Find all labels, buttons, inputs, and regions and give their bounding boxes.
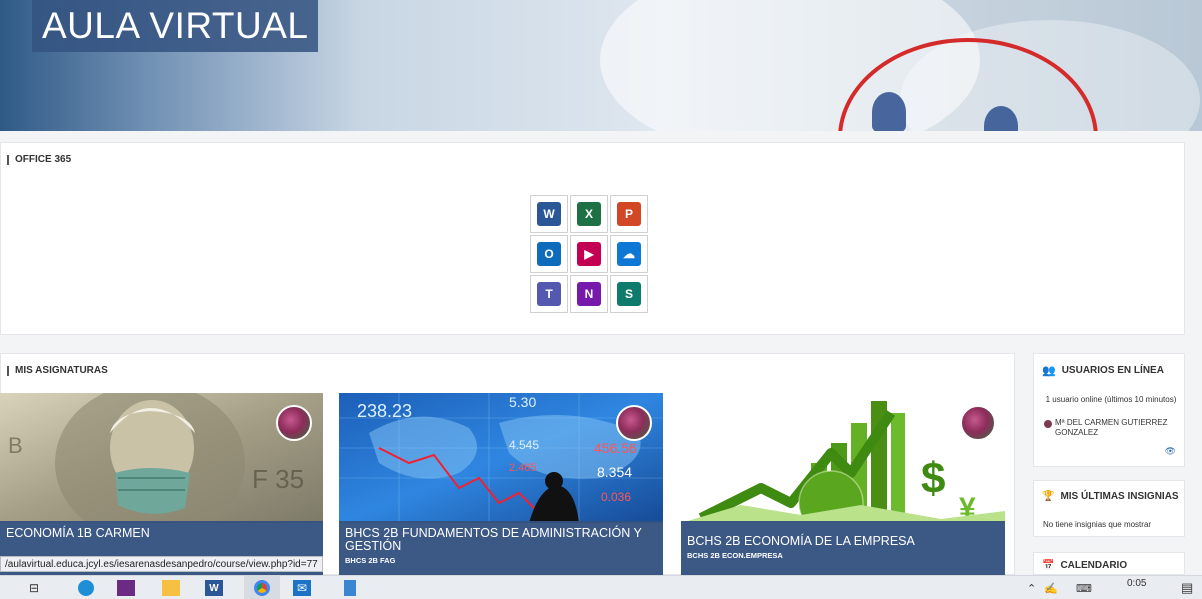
user-avatar [1044,420,1052,428]
course-shortname: BHCS 2B FAG [345,556,396,565]
svg-text:F 35: F 35 [252,464,304,494]
svg-text:B: B [8,433,23,458]
chrome-taskbar-slot[interactable] [244,576,280,599]
badges-title-text: MIS ÚLTIMAS INSIGNIAS [1060,491,1179,502]
online-users-title-text: USUARIOS EN LÍNEA [1061,365,1164,376]
course-image-stock-map: 238.23 5.30 4.545 456.56 8.354 2.465 0.0… [339,393,663,523]
stock-number: 2.465 [509,462,537,474]
course-title[interactable]: BCHS 2B ECONOMÍA DE LA EMPRESA [687,535,999,548]
link-status-url: /aulavirtual.educa.jcyl.es/iesarenasdesa… [0,556,323,572]
stock-number: 5.30 [509,394,536,410]
eye-icon[interactable]: 👁 [1165,446,1176,457]
sway-icon: S [617,282,641,306]
onedrive-icon: ☁ [617,242,641,266]
notification-icon[interactable]: ▤ [1181,580,1193,596]
badges-title: 🏆 MIS ÚLTIMAS INSIGNIAS [1042,491,1179,502]
teacher-avatar[interactable] [960,405,996,441]
office365-block: OFFICE 365 W X P O ▶ ☁ T N S [0,142,1185,335]
teacher-avatar[interactable] [616,405,652,441]
office-app-onedrive[interactable]: ☁ [610,235,648,273]
courses-title-text: MIS ASIGNATURAS [15,365,108,376]
office-app-stream[interactable]: ▶ [570,235,608,273]
office-app-word[interactable]: W [530,195,568,233]
task-view-icon[interactable]: ⊟ [25,580,43,596]
os-taskbar: ⊟ W ✉ ⌃ ✍ ⌨ 0:05 ▤ [0,575,1202,599]
course-image-green-growth: $ ¥ [681,393,1005,536]
svg-text:$: $ [921,454,945,503]
online-users-summary: 1 usuario online (últimos 10 minutos) [1045,395,1177,404]
chevron-up-icon[interactable]: ⌃ [1027,582,1036,595]
badges-block: 🏆 MIS ÚLTIMAS INSIGNIAS No tiene insigni… [1033,480,1185,537]
office-app-excel[interactable]: X [570,195,608,233]
online-user-name[interactable]: Mª DEL CARMEN GUTIERREZ GONZALEZ [1055,418,1178,438]
banner-bell-icon [872,92,906,131]
header-banner: AULA VIRTUAL [0,0,1202,131]
stock-number: 0.036 [601,490,631,504]
winrar-icon[interactable] [117,580,135,596]
online-users-title: 👥 USUARIOS EN LÍNEA [1042,364,1164,377]
outlook-icon: O [537,242,561,266]
block-marker-icon [7,154,9,165]
stock-number: 456.56 [594,440,637,456]
online-users-block: 👥 USUARIOS EN LÍNEA 1 usuario online (úl… [1033,353,1185,467]
stream-icon: ▶ [577,242,601,266]
onenote-icon: N [577,282,601,306]
file-explorer-icon[interactable] [162,580,180,596]
edge-browser-icon[interactable] [78,580,94,596]
powerpoint-icon: P [617,202,641,226]
course-title[interactable]: BHCS 2B FUNDAMENTOS DE ADMINISTRACIÓN Y … [345,527,657,553]
mail-icon[interactable]: ✉ [293,580,311,596]
course-label: BCHS 2B ECONOMÍA DE LA EMPRESA BCHS 2B E… [681,521,1005,576]
site-title-box[interactable]: AULA VIRTUAL [32,0,319,52]
teacher-avatar[interactable] [276,405,312,441]
word-icon: W [537,202,561,226]
office-app-onenote[interactable]: N [570,275,608,313]
office-apps-grid: W X P O ▶ ☁ T N S [530,195,648,313]
calendar-block: 📅 CALENDARIO [1033,552,1185,575]
course-label: BHCS 2B FUNDAMENTOS DE ADMINISTRACIÓN Y … [339,521,663,576]
office365-title-text: OFFICE 365 [15,154,72,165]
keyboard-icon[interactable]: ⌨ [1076,582,1092,595]
stock-number: 238.23 [357,401,412,421]
excel-icon: X [577,202,601,226]
trophy-icon: 🏆 [1042,491,1055,502]
course-card-economia-1b[interactable]: F 35 B ECONOMÍA 1B CARMEN [0,393,323,576]
course-shortname: BCHS 2B ECON.EMPRESA [687,551,783,560]
courses-block-title: MIS ASIGNATURAS [7,365,108,376]
pen-icon[interactable]: ✍ [1044,582,1058,595]
office-app-powerpoint[interactable]: P [610,195,648,233]
badges-empty-text: No tiene insignias que mostrar [1043,520,1152,529]
app-taskbar-icon[interactable] [344,580,356,596]
course-card-bhcs-2b-fag[interactable]: 238.23 5.30 4.545 456.56 8.354 2.465 0.0… [339,393,663,576]
office-app-sway[interactable]: S [610,275,648,313]
teams-icon: T [537,282,561,306]
online-user-row[interactable]: Mª DEL CARMEN GUTIERREZ GONZALEZ [1044,418,1178,438]
course-image-dollar: F 35 B [0,393,323,543]
site-title: AULA VIRTUAL [42,5,309,46]
word-taskbar-icon[interactable]: W [205,580,223,596]
office365-block-title: OFFICE 365 [7,154,71,165]
users-icon: 👥 [1042,365,1056,377]
stock-number: 4.545 [509,438,539,452]
chrome-icon [254,580,270,596]
course-card-bchs-2b-econ-empresa[interactable]: $ ¥ BCHS 2B ECONOMÍA DE LA EMPRESA BCHS … [681,393,1005,576]
block-marker-icon [7,365,9,376]
office-app-outlook[interactable]: O [530,235,568,273]
calendar-title-text: CALENDARIO [1060,560,1128,571]
office-app-teams[interactable]: T [530,275,568,313]
calendar-icon: 📅 [1042,560,1055,571]
course-title[interactable]: ECONOMÍA 1B CARMEN [6,527,317,540]
clock-time[interactable]: 0:05 [1127,578,1146,589]
stock-number: 8.354 [597,464,632,480]
calendar-title: 📅 CALENDARIO [1042,560,1127,571]
